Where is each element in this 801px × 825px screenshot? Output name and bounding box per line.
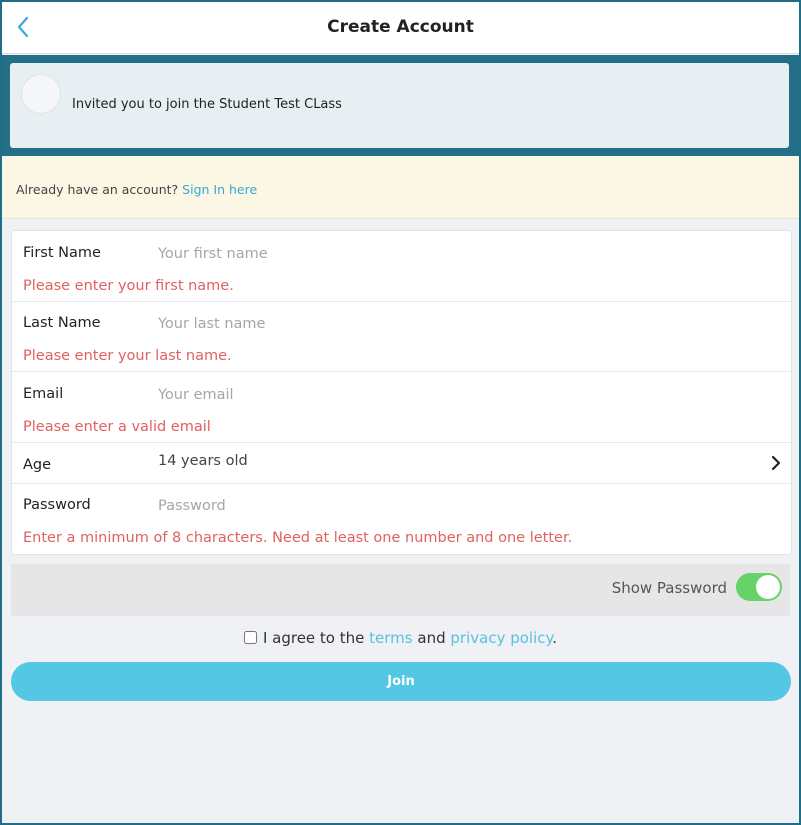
invite-text: Invited you to join the Student Test CLa… (72, 97, 342, 112)
signin-text: Already have an account? Sign In here (16, 182, 257, 197)
last-name-row: Last Name Please enter your last name. (12, 301, 791, 372)
agree-and: and (417, 629, 446, 647)
last-name-label: Last Name (23, 315, 101, 331)
avatar (21, 74, 61, 114)
age-label: Age (23, 457, 52, 473)
age-value: 14 years old (158, 453, 248, 469)
show-password-toggle[interactable] (736, 573, 782, 601)
signin-prompt: Already have an account? (16, 182, 179, 197)
password-row: Password Enter a minimum of 8 characters… (12, 484, 791, 554)
age-row[interactable]: Age 14 years old (12, 443, 791, 484)
toggle-knob (756, 575, 780, 599)
chevron-right-icon (771, 455, 781, 471)
password-input[interactable] (158, 496, 748, 516)
signin-link[interactable]: Sign In here (182, 182, 257, 197)
agree-row: I agree to the terms and privacy policy. (2, 629, 799, 647)
agree-suffix: . (552, 629, 558, 647)
app-frame: Create Account Invited you to join the S… (2, 2, 799, 823)
first-name-row: First Name Please enter your first name. (12, 231, 791, 302)
agree-checkbox[interactable] (243, 631, 257, 644)
signup-form: First Name Please enter your first name.… (11, 230, 792, 555)
last-name-error: Please enter your last name. (23, 348, 232, 364)
page-title: Create Account (327, 17, 474, 37)
password-error: Enter a minimum of 8 characters. Need at… (23, 530, 573, 546)
show-password-label: Show Password (611, 579, 727, 597)
terms-link[interactable]: terms (369, 629, 412, 647)
first-name-error: Please enter your first name. (23, 278, 234, 294)
email-error: Please enter a valid email (23, 419, 211, 435)
privacy-policy-link[interactable]: privacy policy (450, 629, 552, 647)
email-label: Email (23, 386, 64, 402)
email-row: Email Please enter a valid email (12, 372, 791, 443)
first-name-input[interactable] (158, 244, 748, 264)
join-button[interactable]: Join (11, 662, 791, 701)
last-name-input[interactable] (158, 314, 748, 334)
show-password-bar: Show Password (11, 564, 790, 616)
first-name-label: First Name (23, 245, 101, 261)
signin-bar: Already have an account? Sign In here (2, 156, 799, 219)
email-input[interactable] (158, 385, 748, 405)
invite-card: Invited you to join the Student Test CLa… (10, 63, 789, 148)
agree-prefix: I agree to the (262, 629, 365, 647)
password-label: Password (23, 497, 91, 513)
invite-banner: Invited you to join the Student Test CLa… (2, 55, 799, 156)
header: Create Account (2, 2, 799, 54)
